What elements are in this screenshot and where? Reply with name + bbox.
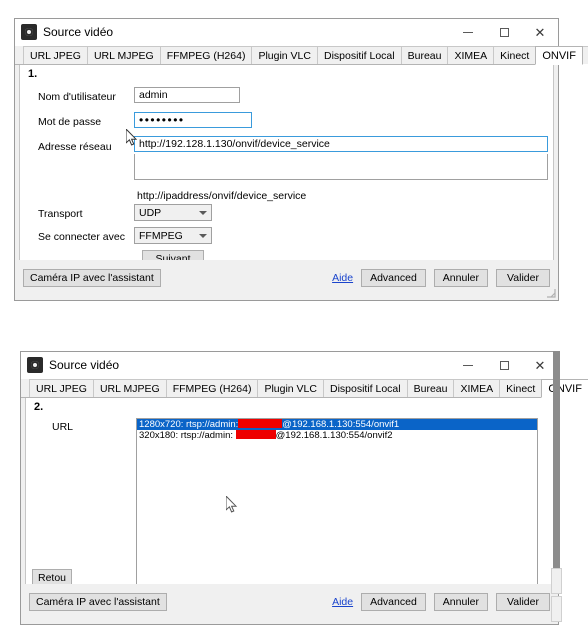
screenshot-root: Source vidéo ✕ URL JPEG URL MJPEG FFMPEG… bbox=[0, 0, 588, 644]
tab-bureau[interactable]: Bureau bbox=[406, 379, 454, 397]
source-video-window-step2: Source vidéo ✕ URL JPEG URL MJPEG FFMPEG… bbox=[20, 351, 588, 625]
resize-grip-icon[interactable] bbox=[546, 288, 556, 298]
password-label: Mot de passe bbox=[38, 116, 102, 128]
ok-button[interactable]: Valider bbox=[496, 269, 550, 287]
tab-onvif[interactable]: ONVIF bbox=[541, 379, 588, 398]
list-item-suffix: @192.168.1.130:554/onvif1 bbox=[282, 419, 400, 430]
tab-ffmpeg-h264[interactable]: FFMPEG (H264) bbox=[165, 379, 258, 397]
maximize-icon[interactable] bbox=[486, 352, 522, 378]
address-label: Adresse réseau bbox=[38, 141, 112, 153]
minimize-icon[interactable] bbox=[450, 352, 486, 378]
address-hint: http://ipaddress/onvif/device_service bbox=[137, 190, 307, 202]
window-controls: ✕ bbox=[450, 352, 558, 378]
transport-value: UDP bbox=[139, 206, 162, 219]
ok-button[interactable]: Valider bbox=[496, 593, 550, 611]
url-list[interactable]: 1280x720: rtsp://admin: @192.168.1.130:55… bbox=[136, 418, 538, 590]
cancel-button[interactable]: Annuler bbox=[433, 593, 488, 611]
tab-onvif[interactable]: ONVIF bbox=[535, 46, 583, 65]
window-title: Source vidéo bbox=[49, 358, 120, 372]
step-number: 2. bbox=[34, 401, 44, 413]
tab-kinect[interactable]: Kinect bbox=[499, 379, 542, 397]
tab-url-jpeg[interactable]: URL JPEG bbox=[29, 379, 93, 397]
scrollbar-thumb[interactable] bbox=[551, 568, 562, 594]
title-bar[interactable]: Source vidéo ✕ bbox=[21, 352, 558, 379]
scrollbar-arrow-down[interactable] bbox=[551, 596, 562, 622]
window-controls: ✕ bbox=[450, 19, 558, 45]
tab-ffmpeg-h264[interactable]: FFMPEG (H264) bbox=[159, 46, 252, 64]
connect-with-select[interactable]: FFMPEG bbox=[134, 227, 212, 244]
tab-kinect[interactable]: Kinect bbox=[493, 46, 536, 64]
dialog-actions: Aide Advanced Annuler Valider bbox=[332, 593, 550, 611]
minimize-icon[interactable] bbox=[450, 19, 486, 45]
tab-strip: URL JPEG URL MJPEG FFMPEG (H264) Plugin … bbox=[21, 379, 588, 398]
advanced-button[interactable]: Advanced bbox=[361, 269, 426, 287]
source-video-window-step1: Source vidéo ✕ URL JPEG URL MJPEG FFMPEG… bbox=[14, 18, 588, 301]
camera-icon bbox=[21, 24, 37, 40]
password-input[interactable]: •••••••• bbox=[134, 112, 252, 128]
chevron-down-icon bbox=[199, 210, 207, 215]
ip-camera-wizard-button[interactable]: Caméra IP avec l'assistant bbox=[23, 269, 161, 287]
list-item-prefix: 320x180: rtsp://admin: bbox=[139, 430, 236, 441]
bottom-bar: Caméra IP avec l'assistant Aide Advanced… bbox=[15, 260, 558, 300]
title-bar[interactable]: Source vidéo ✕ bbox=[15, 19, 558, 46]
ip-camera-wizard-button[interactable]: Caméra IP avec l'assistant bbox=[29, 593, 167, 611]
tab-url-mjpeg[interactable]: URL MJPEG bbox=[92, 379, 166, 397]
chevron-down-icon bbox=[199, 233, 207, 238]
tab-dispositif-local[interactable]: Dispositif Local bbox=[316, 46, 401, 64]
scrollbar-track[interactable] bbox=[553, 351, 560, 568]
advanced-button[interactable]: Advanced bbox=[361, 593, 426, 611]
redaction-box bbox=[235, 430, 276, 439]
tab-dispositif-local[interactable]: Dispositif Local bbox=[322, 379, 407, 397]
tab-ximea[interactable]: XIMEA bbox=[447, 46, 494, 64]
transport-select[interactable]: UDP bbox=[134, 204, 212, 221]
dialog-actions: Aide Advanced Annuler Valider bbox=[332, 269, 550, 287]
help-link[interactable]: Aide bbox=[332, 596, 353, 608]
network-address-extra-area[interactable] bbox=[134, 154, 548, 180]
transport-label: Transport bbox=[38, 208, 83, 220]
help-link[interactable]: Aide bbox=[332, 272, 353, 284]
list-item[interactable]: 1280x720: rtsp://admin: @192.168.1.130:55… bbox=[137, 419, 537, 430]
url-label: URL bbox=[52, 421, 74, 433]
username-input[interactable]: admin bbox=[134, 87, 240, 103]
network-address-input[interactable]: http://192.128.1.130/onvif/device_servic… bbox=[134, 136, 548, 152]
redaction-box bbox=[238, 419, 283, 428]
close-icon[interactable]: ✕ bbox=[522, 19, 558, 45]
tab-url-jpeg[interactable]: URL JPEG bbox=[23, 46, 87, 64]
tab-strip: URL JPEG URL MJPEG FFMPEG (H264) Plugin … bbox=[15, 46, 588, 65]
list-item-prefix: 1280x720: rtsp://admin: bbox=[139, 419, 239, 430]
maximize-icon[interactable] bbox=[486, 19, 522, 45]
onvif-panel-step1: 1. Nom d'utilisateur admin Mot de passe … bbox=[19, 65, 554, 274]
camera-icon bbox=[27, 357, 43, 373]
tab-custom[interactable]: Custom bbox=[582, 46, 588, 64]
list-item[interactable]: 320x180: rtsp://admin: @192.168.1.130:55… bbox=[137, 430, 537, 441]
connect-with-value: FFMPEG bbox=[139, 229, 183, 242]
tab-bureau[interactable]: Bureau bbox=[400, 46, 448, 64]
tab-ximea[interactable]: XIMEA bbox=[453, 379, 500, 397]
tab-url-mjpeg[interactable]: URL MJPEG bbox=[86, 46, 160, 64]
window-title: Source vidéo bbox=[43, 25, 114, 39]
cancel-button[interactable]: Annuler bbox=[433, 269, 488, 287]
bottom-bar: Caméra IP avec l'assistant Aide Advanced… bbox=[21, 584, 558, 624]
tab-plugin-vlc[interactable]: Plugin VLC bbox=[257, 379, 323, 397]
connect-with-label: Se connecter avec bbox=[38, 231, 125, 243]
onvif-panel-step2: 2. URL 1280x720: rtsp://admin: @192.168.1… bbox=[25, 398, 554, 598]
username-label: Nom d'utilisateur bbox=[38, 91, 116, 103]
step-number: 1. bbox=[28, 68, 38, 80]
tab-plugin-vlc[interactable]: Plugin VLC bbox=[251, 46, 317, 64]
list-item-suffix: @192.168.1.130:554/onvif2 bbox=[275, 430, 393, 441]
